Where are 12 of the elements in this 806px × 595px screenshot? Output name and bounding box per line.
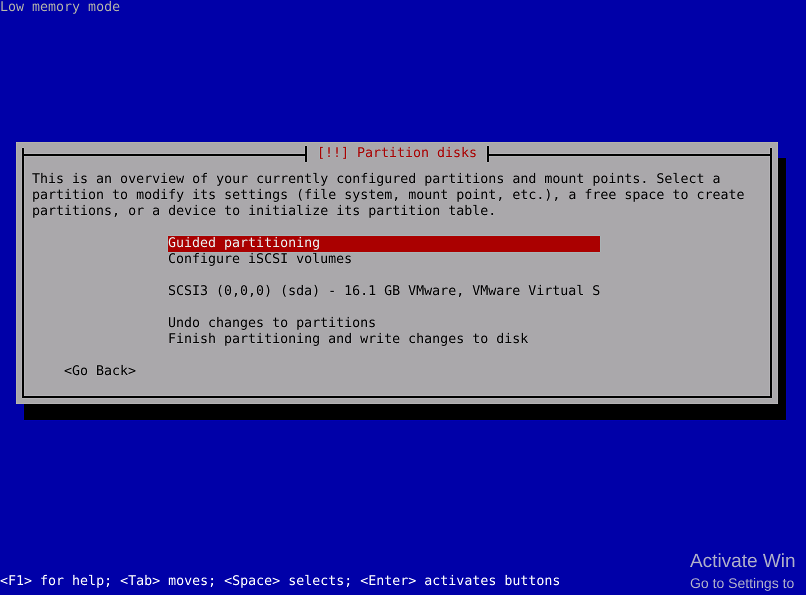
menu-item[interactable]: Undo changes to partitions	[168, 316, 376, 332]
help-line: <F1> for help; <Tab> moves; <Space> selects; <Enter> activates buttons	[0, 574, 560, 590]
activation-subtitle: Go to Settings to	[690, 574, 794, 592]
mode-label: Low memory mode	[0, 0, 120, 16]
activation-title: Activate Win	[690, 550, 796, 574]
dialog-title: [!!] Partition disks	[304, 146, 490, 162]
description-text: This is an overview of your currently configured partitions and mount points. Select a partition to modify its settings (file system, mount point, etc.), a free space to create partitions, or a device to initialize its partition table.	[32, 172, 744, 220]
menu-item[interactable]: Configure iSCSI volumes	[168, 252, 352, 268]
go-back-button[interactable]: <Go Back>	[64, 364, 136, 380]
menu-item[interactable]: SCSI3 (0,0,0) (sda) - 16.1 GB VMware, VMware Virtual S	[168, 284, 600, 300]
menu-item[interactable]: Finish partitioning and write changes to disk	[168, 332, 528, 348]
menu-item[interactable]: Guided partitioning	[168, 236, 600, 252]
